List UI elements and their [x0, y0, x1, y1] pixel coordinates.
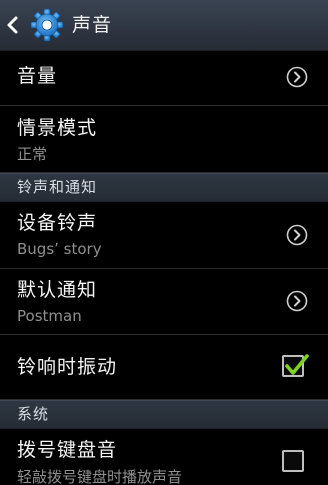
chevron-right-icon [286, 290, 308, 312]
settings-gear-icon[interactable] [30, 8, 64, 42]
dialing-keypad-tone-checkbox[interactable] [282, 450, 304, 472]
section-title: 系统 [17, 405, 50, 423]
volume-label: 音量 [17, 65, 58, 87]
device-ringtone-row[interactable]: 设备铃声 Bugs’ story [0, 202, 328, 269]
default-notification-row[interactable]: 默认通知 Postman [0, 269, 328, 335]
sound-settings-screen: 声音 音量 情景模式 正常 铃声和通知 设备铃声 Bugs’ story 默认通… [0, 0, 328, 485]
default-notification-value: Postman [17, 307, 82, 325]
section-header-system: 系统 [0, 400, 328, 429]
sound-mode-value: 正常 [17, 145, 48, 163]
vibrate-when-ringing-row[interactable]: 铃响时振动 [0, 335, 328, 400]
vibrate-checkbox[interactable] [282, 354, 309, 377]
device-ringtone-label: 设备铃声 [17, 212, 98, 234]
action-bar: 声音 [0, 0, 328, 51]
dialing-keypad-tone-row[interactable]: 拨号键盘音 轻敲拨号键盘时播放声音 [0, 429, 328, 485]
page-title: 声音 [72, 14, 113, 36]
device-ringtone-value: Bugs’ story [17, 240, 102, 258]
section-title: 铃声和通知 [17, 178, 98, 196]
default-notification-label: 默认通知 [17, 279, 98, 301]
sound-mode-label: 情景模式 [17, 117, 98, 139]
checkmark-icon [285, 354, 309, 375]
chevron-right-icon [286, 224, 308, 246]
dialing-keypad-tone-label: 拨号键盘音 [17, 439, 118, 461]
sound-mode-row[interactable]: 情景模式 正常 [0, 106, 328, 173]
section-header-ringtones: 铃声和通知 [0, 173, 328, 202]
chevron-right-icon [286, 66, 308, 88]
vibrate-when-ringing-label: 铃响时振动 [17, 356, 118, 378]
volume-row[interactable]: 音量 [0, 51, 328, 106]
dialing-keypad-tone-description: 轻敲拨号键盘时播放声音 [17, 468, 183, 485]
back-chevron-icon[interactable] [6, 15, 20, 35]
